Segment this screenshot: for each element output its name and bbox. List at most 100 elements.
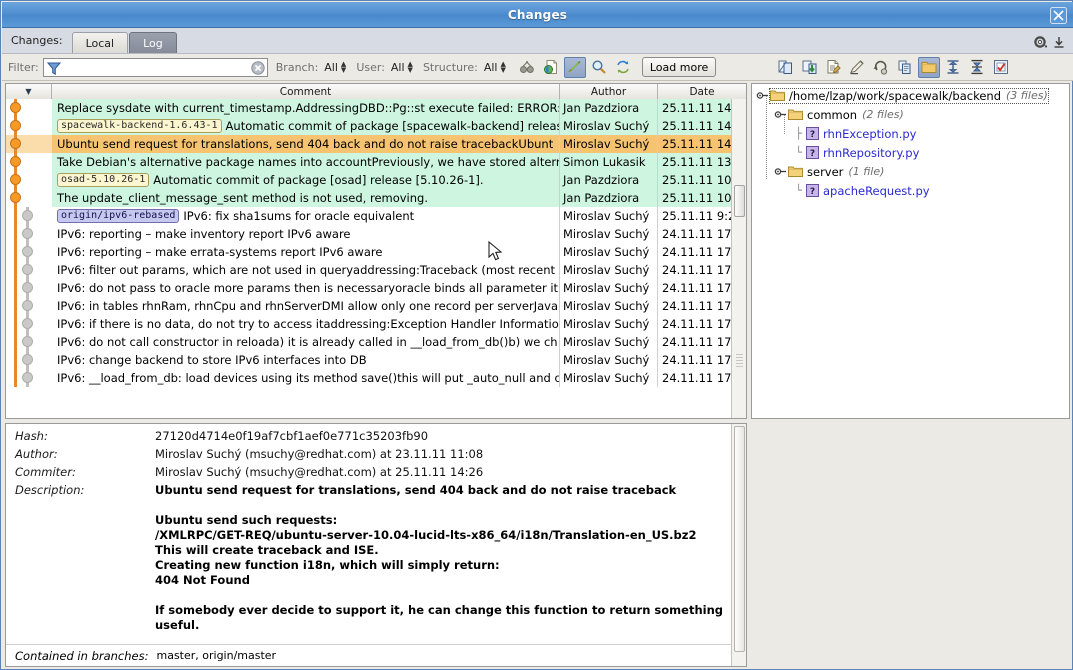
highlight-icon <box>567 59 583 75</box>
tree-node-count: (2 files) <box>862 108 904 121</box>
commit-row[interactable]: IPv6: in tables rhnRam, rhnCpu and rhnSe… <box>6 297 747 315</box>
hash-value: 27120d4714e0f19af7cbf1aef0e771c35203fb90 <box>155 429 428 443</box>
get-revision-icon <box>801 59 818 75</box>
scrollbar-thumb[interactable] <box>734 185 745 217</box>
branch-combo[interactable]: Branch: All ▲▼ <box>276 61 347 74</box>
tree-expand-handle[interactable] <box>756 89 769 102</box>
commit-comment-cell: IPv6: reporting – make errata-systems re… <box>52 243 560 261</box>
get-revision-icon-button[interactable] <box>798 57 820 78</box>
folder-icon <box>770 89 785 102</box>
graph-lane-orange <box>14 261 17 279</box>
group-by-directory-icon-button[interactable] <box>918 57 940 78</box>
tree-node[interactable]: └?rhnRepository.py <box>756 143 1069 162</box>
commit-details-panel: Hash: 27120d4714e0f19af7cbf1aef0e771c352… <box>5 423 747 667</box>
commit-row[interactable]: IPv6: reporting – make errata-systems re… <box>6 243 747 261</box>
commit-row[interactable]: origin/ipv6-rebasedIPv6: fix sha1sums fo… <box>6 207 747 225</box>
commit-row[interactable]: IPv6: if there is no data, do not try to… <box>6 315 747 333</box>
show-diff-icon-button[interactable] <box>540 57 562 78</box>
commit-graph-cell <box>6 153 52 171</box>
tree-node[interactable]: ├?rhnException.py <box>756 124 1069 143</box>
annotate-icon <box>825 59 841 75</box>
tree-expand-handle[interactable] <box>774 165 787 178</box>
tree-expand-handle[interactable] <box>774 108 787 121</box>
commit-rows[interactable]: Replace sysdate with current_timestamp.A… <box>6 99 747 419</box>
edit-source-icon-button[interactable] <box>846 57 868 78</box>
tree-node-name: apacheRequest.py <box>823 184 930 198</box>
tree-node-label-wrap: ?rhnException.py <box>806 127 916 141</box>
commit-comment-text: IPv6: in tables rhnRam, rhnCpu and rhnSe… <box>57 299 558 313</box>
svg-text:?: ? <box>810 149 815 159</box>
user-combo[interactable]: User: All ▲▼ <box>356 61 413 74</box>
tab-bar-actions <box>1034 36 1073 53</box>
commit-author-cell: Miroslav Suchý <box>560 117 658 135</box>
expand-all-icon-button[interactable] <box>942 57 964 78</box>
collapse-all-icon-button[interactable] <box>966 57 988 78</box>
commit-graph-cell <box>6 207 52 225</box>
description-line: useful. <box>155 618 723 633</box>
annotate-icon-button[interactable] <box>822 57 844 78</box>
structure-combo[interactable]: Structure: All ▲▼ <box>423 61 506 74</box>
details-scrollbar-thumb[interactable] <box>734 426 745 652</box>
tree-node-label-wrap: common(2 files) <box>788 108 904 122</box>
search-icon-button[interactable] <box>588 57 610 78</box>
svg-text:?: ? <box>810 130 815 140</box>
highlight-icon-button[interactable] <box>564 57 586 78</box>
graph-lane-orange <box>14 315 17 333</box>
clear-icon[interactable] <box>251 61 265 78</box>
changed-files-tree-panel: /home/lzap/work/spacewalk/backend(3 file… <box>751 83 1070 419</box>
column-header-graph[interactable]: ▼ <box>6 84 52 99</box>
compare-icon-button[interactable] <box>774 57 796 78</box>
select-all-icon-button[interactable] <box>990 57 1012 78</box>
commit-row[interactable]: osad-5.10.26-1Automatic commit of packag… <box>6 171 747 189</box>
commit-list-panel: ▼ Comment Author Date Replace sysdate wi… <box>5 83 747 419</box>
changes-window: Changes Changes: Local Log <box>0 0 1073 670</box>
tree-elbow: └ <box>792 184 805 197</box>
commit-row[interactable]: Replace sysdate with current_timestamp.A… <box>6 99 747 117</box>
hide-icon[interactable] <box>1053 36 1065 49</box>
details-scrollbar[interactable] <box>731 424 746 666</box>
changed-files-tree[interactable]: /home/lzap/work/spacewalk/backend(3 file… <box>752 84 1069 200</box>
commit-author-cell: Miroslav Suchý <box>560 225 658 243</box>
commit-row[interactable]: spacewalk-backend-1.6.43-1Automatic comm… <box>6 117 747 135</box>
commit-row[interactable]: IPv6: __load_from_db: load devices using… <box>6 369 747 387</box>
commit-comment-text: IPv6: if there is no data, do not try to… <box>57 317 559 331</box>
copy-icon-button[interactable] <box>894 57 916 78</box>
refresh-icon-button[interactable] <box>612 57 634 78</box>
commit-row[interactable]: IPv6: change backend to store IPv6 inter… <box>6 351 747 369</box>
close-button[interactable] <box>1047 5 1069 25</box>
commit-graph-cell <box>6 261 52 279</box>
graph-commit-node <box>22 246 33 257</box>
commit-row[interactable]: IPv6: reporting – make inventory report … <box>6 225 747 243</box>
branch-label: Branch: <box>276 61 319 74</box>
tab-log[interactable]: Log <box>129 32 177 53</box>
commit-list-scrollbar[interactable] <box>731 99 746 419</box>
commit-graph-cell <box>6 117 52 135</box>
filter-input[interactable] <box>43 58 268 77</box>
tab-local[interactable]: Local <box>72 32 129 53</box>
commit-row[interactable]: IPv6: do not call constructor in reloada… <box>6 333 747 351</box>
commit-row[interactable]: Take Debian's alternative package names … <box>6 153 747 171</box>
commit-details-content: Hash: 27120d4714e0f19af7cbf1aef0e771c352… <box>6 424 730 642</box>
revert-icon-button[interactable] <box>870 57 892 78</box>
graph-commit-node <box>22 264 33 275</box>
commit-row[interactable]: The update_client_message_sent method is… <box>6 189 747 207</box>
commit-comment-text: IPv6: do not call constructor in reloada… <box>57 335 558 349</box>
tree-node[interactable]: common(2 files) <box>756 105 1069 124</box>
commit-comment-cell: IPv6: if there is no data, do not try to… <box>52 315 560 333</box>
commit-row[interactable]: IPv6: do not pass to oracle more params … <box>6 279 747 297</box>
graph-commit-node <box>22 210 33 221</box>
tree-node[interactable]: └?apacheRequest.py <box>756 181 1069 200</box>
cherry-pick-icon-button[interactable] <box>516 57 538 78</box>
contained-in-branches-row: Contained in branches: master, origin/ma… <box>6 644 732 666</box>
tree-node[interactable]: /home/lzap/work/spacewalk/backend(3 file… <box>756 86 1069 105</box>
column-header-author[interactable]: Author <box>560 84 658 99</box>
window-frame: Changes Changes: Local Log <box>0 0 1073 670</box>
commit-row[interactable]: Ubuntu send request for translations, se… <box>6 135 747 153</box>
commit-row[interactable]: IPv6: filter out params, which are not u… <box>6 261 747 279</box>
tree-node[interactable]: server(1 file) <box>756 162 1069 181</box>
gear-icon[interactable] <box>1034 36 1047 49</box>
load-more-button[interactable]: Load more <box>642 57 716 77</box>
commit-author-cell: Jan Pazdziora <box>560 171 658 189</box>
column-header-date[interactable]: Date <box>658 84 746 99</box>
column-header-comment[interactable]: Comment <box>52 84 560 99</box>
